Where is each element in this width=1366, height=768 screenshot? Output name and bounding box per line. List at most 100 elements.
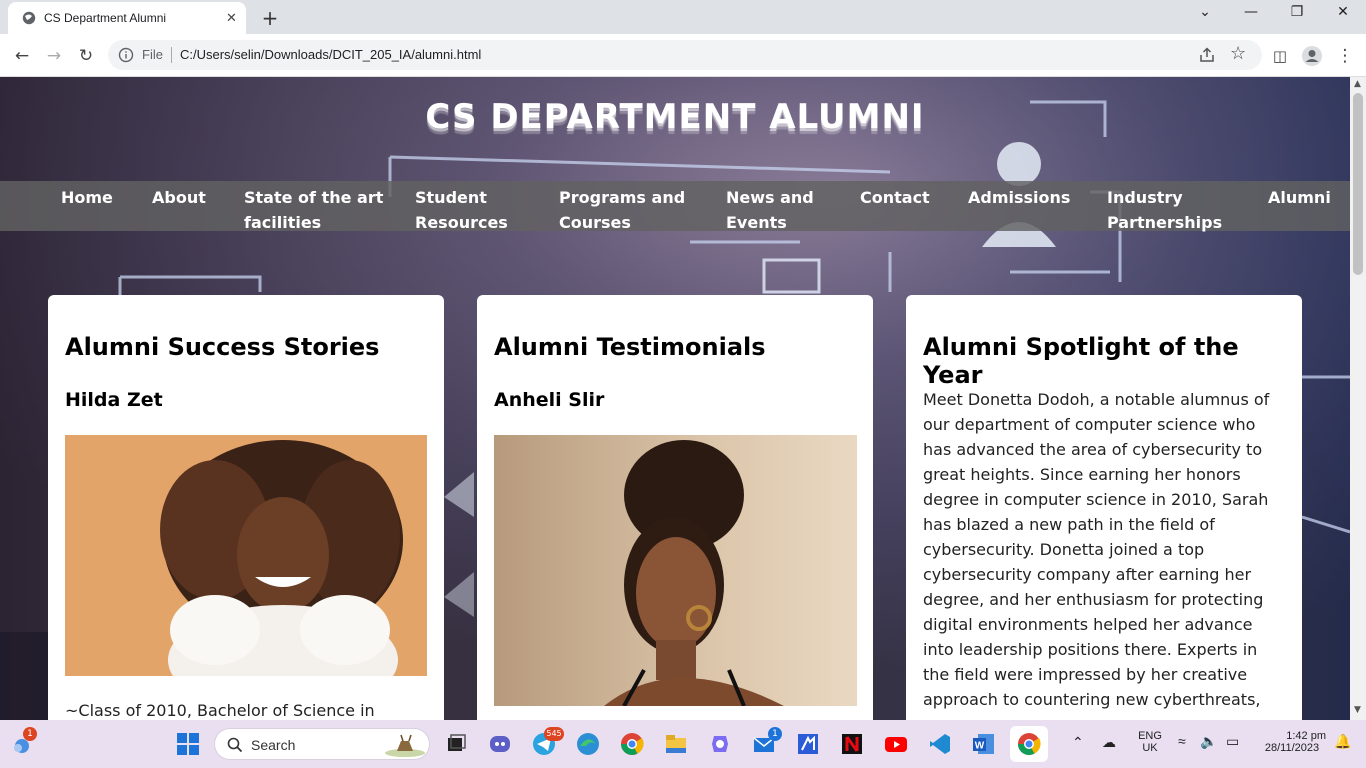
search-icon bbox=[227, 737, 243, 753]
minimize-icon[interactable]: — bbox=[1236, 4, 1266, 26]
battery-icon[interactable]: ▭ bbox=[1226, 733, 1239, 750]
meet-icon[interactable] bbox=[486, 730, 514, 758]
success-stories-card: Alumni Success Stories Hilda Zet ~Class … bbox=[48, 295, 444, 720]
nav-news-events[interactable]: News and Events bbox=[726, 185, 814, 235]
site-title: CS DEPARTMENT ALUMNI bbox=[425, 97, 925, 137]
nav-label: News and bbox=[726, 188, 814, 207]
scrollbar-thumb[interactable] bbox=[1353, 93, 1363, 275]
volume-icon[interactable]: 🔈 bbox=[1200, 733, 1217, 750]
nav-student-resources[interactable]: Student Resources bbox=[415, 185, 508, 235]
chrome-icon[interactable] bbox=[618, 730, 646, 758]
nav-label: Industry bbox=[1107, 188, 1183, 207]
alumni-name: Anheli Slir bbox=[494, 389, 605, 411]
nav-label: Alumni bbox=[1268, 188, 1331, 207]
new-tab-button[interactable]: + bbox=[260, 6, 280, 30]
nav-industry[interactable]: Industry Partnerships bbox=[1107, 185, 1222, 235]
url-scheme: File bbox=[142, 47, 163, 62]
tab-search-icon[interactable]: ⌄ bbox=[1190, 4, 1220, 26]
address-bar[interactable]: File C:/Users/selin/Downloads/DCIT_205_I… bbox=[108, 40, 1262, 70]
youtube-icon[interactable] bbox=[882, 730, 910, 758]
mail-icon[interactable]: 1 bbox=[750, 727, 782, 758]
notification-center-icon[interactable]: 🔔 bbox=[1334, 733, 1351, 750]
nav-facilities[interactable]: State of the art facilities bbox=[244, 185, 383, 235]
spotlight-card: Alumni Spotlight of the Year Meet Donett… bbox=[906, 295, 1302, 720]
nav-contact[interactable]: Contact bbox=[860, 185, 930, 210]
windows-taskbar: 1 Search 545 1 W ⌃ ☁ ENG UK ≈ 🔈 ▭ 1:42 p… bbox=[0, 720, 1366, 768]
page-viewport: CS DEPARTMENT ALUMNI Home About State of… bbox=[0, 77, 1350, 720]
close-window-icon[interactable]: ✕ bbox=[1328, 4, 1358, 26]
nav-label-line2: Events bbox=[726, 213, 787, 232]
onedrive-icon[interactable]: ☁ bbox=[1102, 734, 1116, 751]
info-icon[interactable] bbox=[118, 47, 134, 63]
scroll-up-icon[interactable]: ▲ bbox=[1354, 79, 1361, 89]
nav-programs[interactable]: Programs and Courses bbox=[559, 185, 685, 235]
nav-label-line2: Courses bbox=[559, 213, 631, 232]
forward-icon[interactable]: → bbox=[42, 44, 66, 68]
edge-icon[interactable] bbox=[574, 730, 602, 758]
lang-code: ENG bbox=[1138, 730, 1162, 742]
nav-home[interactable]: Home bbox=[61, 185, 113, 210]
wifi-icon[interactable]: ≈ bbox=[1178, 733, 1186, 749]
alumni-photo bbox=[494, 435, 857, 706]
task-view-icon[interactable] bbox=[442, 730, 470, 758]
nav-label-line2: Partnerships bbox=[1107, 213, 1223, 232]
side-panel-icon[interactable]: ◫ bbox=[1268, 44, 1292, 68]
card-heading: Alumni Spotlight of the Year bbox=[923, 333, 1239, 389]
testimonials-card: Alumni Testimonials Anheli Slir bbox=[477, 295, 873, 720]
nav-alumni[interactable]: Alumni bbox=[1268, 185, 1331, 210]
netflix-icon[interactable] bbox=[838, 730, 866, 758]
file-explorer-icon[interactable] bbox=[662, 730, 690, 758]
spotlight-paragraph: Meet Donetta Dodoh, a notable alumnus of… bbox=[923, 390, 1270, 709]
nav-label: Contact bbox=[860, 188, 930, 207]
menu-kebab-icon[interactable]: ⋮ bbox=[1333, 44, 1357, 68]
notification-badge: 545 bbox=[544, 727, 564, 741]
browser-tab[interactable]: CS Department Alumni ✕ bbox=[8, 2, 246, 34]
tab-close-icon[interactable]: ✕ bbox=[226, 11, 237, 26]
card-heading: Alumni Success Stories bbox=[65, 333, 380, 361]
svg-text:W: W bbox=[975, 741, 985, 752]
reload-icon[interactable]: ↻ bbox=[74, 44, 98, 68]
nav-label: State of the art bbox=[244, 188, 384, 207]
visual-studio-icon[interactable] bbox=[794, 730, 822, 758]
alumni-name: Hilda Zet bbox=[65, 389, 163, 411]
language-indicator[interactable]: ENG UK bbox=[1132, 730, 1168, 754]
notification-badge: 1 bbox=[23, 727, 37, 741]
share-icon[interactable] bbox=[1198, 46, 1216, 64]
nav-label: Admissions bbox=[968, 188, 1071, 207]
profile-avatar-icon[interactable] bbox=[1300, 44, 1324, 68]
chrome-active-icon[interactable] bbox=[1010, 726, 1048, 762]
browser-tab-strip: CS Department Alumni ✕ + ⌄ — ❐ ✕ bbox=[0, 0, 1366, 34]
clock-time: 1:42 pm bbox=[1286, 730, 1326, 742]
copilot-icon[interactable] bbox=[706, 730, 734, 758]
nav-label-line2: Resources bbox=[415, 213, 508, 232]
nav-admissions[interactable]: Admissions bbox=[968, 185, 1070, 210]
scroll-down-icon[interactable]: ▼ bbox=[1354, 705, 1361, 715]
browser-toolbar: ← → ↻ File C:/Users/selin/Downloads/DCIT… bbox=[0, 34, 1366, 77]
nav-about[interactable]: About bbox=[152, 185, 206, 210]
globe-icon bbox=[22, 11, 36, 25]
nav-label: Programs and bbox=[559, 188, 686, 207]
clock[interactable]: 1:42 pm 28/11/2023 bbox=[1254, 730, 1330, 754]
main-navigation: Home About State of the art facilities St… bbox=[0, 181, 1350, 232]
search-highlight-icon bbox=[385, 734, 425, 757]
telegram-icon[interactable]: 545 bbox=[530, 727, 564, 758]
lang-region: UK bbox=[1142, 742, 1158, 754]
alumni-caption: ~Class of 2010, Bachelor of Science in bbox=[65, 701, 375, 720]
windows-start-icon[interactable] bbox=[174, 730, 202, 758]
divider bbox=[171, 47, 172, 63]
search-label: Search bbox=[251, 737, 296, 753]
back-icon[interactable]: ← bbox=[10, 44, 34, 68]
restore-icon[interactable]: ❐ bbox=[1282, 4, 1312, 26]
word-icon[interactable]: W bbox=[970, 730, 998, 758]
clock-date: 28/11/2023 bbox=[1264, 742, 1320, 754]
vscode-icon[interactable] bbox=[926, 730, 954, 758]
widgets-icon[interactable]: 1 bbox=[8, 727, 37, 758]
card-heading: Alumni Testimonials bbox=[494, 333, 766, 361]
tray-chevron-icon[interactable]: ⌃ bbox=[1072, 734, 1084, 751]
url-text[interactable]: C:/Users/selin/Downloads/DCIT_205_IA/alu… bbox=[180, 47, 481, 62]
nav-label: Home bbox=[61, 188, 113, 207]
taskbar-search[interactable]: Search bbox=[214, 728, 430, 760]
page-scrollbar[interactable]: ▲ ▼ bbox=[1350, 77, 1366, 720]
tab-title: CS Department Alumni bbox=[44, 11, 167, 25]
bookmark-star-icon[interactable]: ☆ bbox=[1230, 43, 1246, 64]
